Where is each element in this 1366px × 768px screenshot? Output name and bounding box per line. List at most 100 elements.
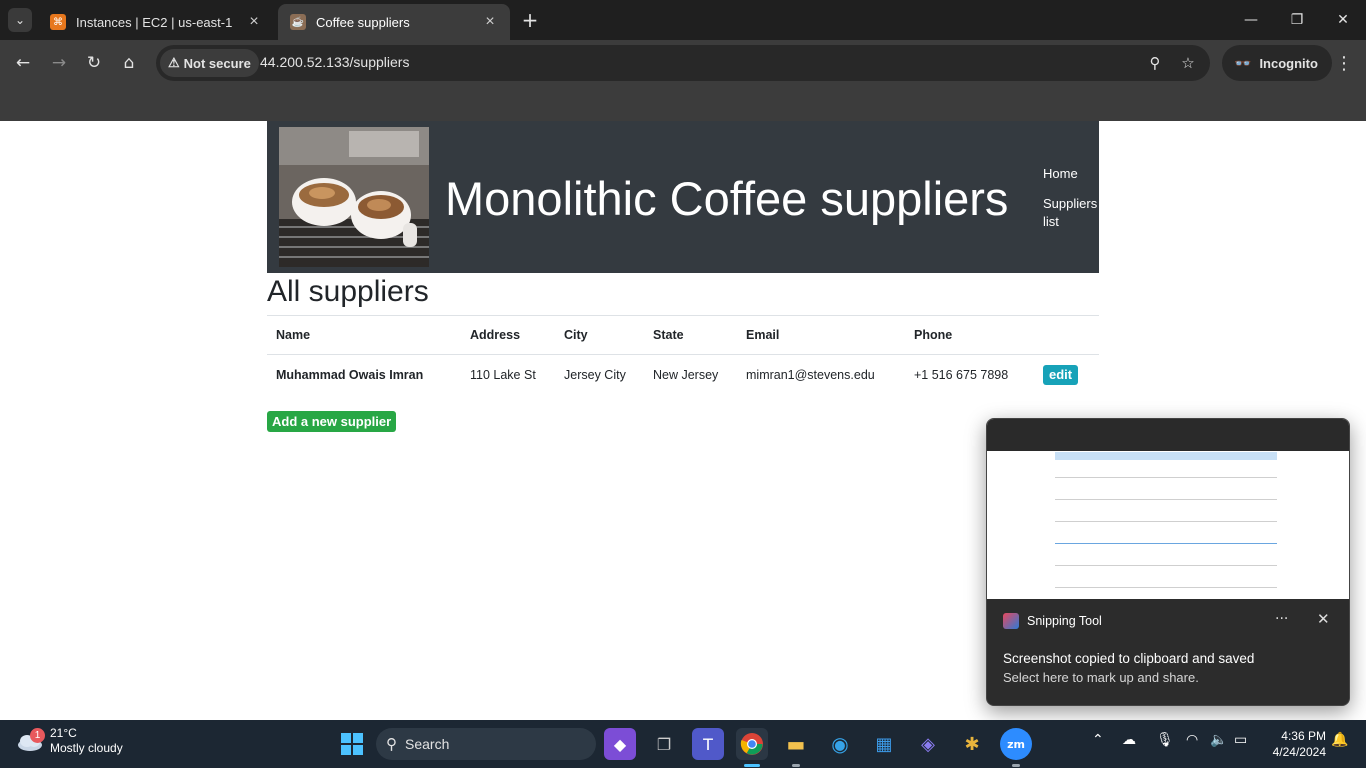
incognito-label: Incognito [1259, 55, 1318, 71]
home-icon[interactable]: ⌂ [114, 48, 144, 78]
weather-description: Mostly cloudy [50, 741, 123, 755]
screenshot-thumbnail[interactable] [987, 419, 1349, 599]
column-header-city: City [555, 315, 644, 355]
back-icon[interactable]: ← [8, 48, 38, 78]
toast-message: Screenshot copied to clipboard and saved [1003, 651, 1255, 666]
close-icon[interactable]: ✕ [1317, 610, 1330, 628]
security-chip-label: Not secure [183, 55, 251, 71]
add-supplier-button[interactable]: Add a new supplier [267, 411, 397, 432]
windows-taskbar: 1 21°C Mostly cloudy ⚲ Search ◆ ❐ T ▬ ◉ … [0, 720, 1366, 768]
clock[interactable]: 4:36 PM 4/24/2024 [1264, 728, 1326, 760]
warning-icon: ⚠ [168, 55, 180, 70]
copilot-icon[interactable]: ◆ [604, 728, 636, 760]
cloud-icon: 1 [16, 728, 45, 752]
taskbar-search[interactable]: ⚲ Search [376, 728, 596, 760]
clock-date: 4/24/2024 [1272, 745, 1326, 759]
page-heading: All suppliers [267, 275, 429, 308]
zoom-app-icon[interactable]: zm [1000, 728, 1032, 760]
forward-icon[interactable]: → [44, 48, 74, 78]
thumbnail-form-field [1055, 521, 1277, 522]
close-tab-icon[interactable]: × [246, 13, 262, 31]
column-header-email: Email [737, 315, 905, 355]
volume-icon[interactable]: 🔈 [1210, 732, 1227, 748]
supplier-name: Muhammad Owais Imran [276, 368, 424, 382]
file-explorer-icon[interactable]: ▬ [780, 728, 812, 760]
chrome-icon[interactable] [736, 728, 768, 760]
thumbnail-form-field [1055, 477, 1277, 478]
coffee-cups-image [279, 127, 429, 267]
thumbnail-form-field [1055, 543, 1277, 544]
tab-search-icon[interactable]: ⌄ [8, 8, 32, 32]
restore-icon[interactable]: ❐ [1274, 0, 1320, 40]
windows-start-icon[interactable] [336, 728, 368, 760]
supplier-state: New Jersey [653, 368, 719, 382]
column-header-state: State [644, 315, 737, 355]
thumbnail-form-field [1055, 587, 1277, 588]
column-header-actions [1034, 315, 1099, 355]
toast-header: Snipping Tool [1003, 613, 1102, 629]
new-tab-icon[interactable]: + [518, 8, 542, 32]
nav-link-home[interactable]: Home [1043, 165, 1103, 183]
column-header-name: Name [267, 315, 461, 355]
url-text[interactable]: 44.200.52.133/suppliers [260, 54, 409, 70]
incognito-chip[interactable]: 👓 Incognito [1222, 45, 1332, 81]
zoom-icon[interactable]: ⚲ [1144, 52, 1166, 74]
supplier-email: mimran1@stevens.edu [746, 368, 875, 382]
suppliers-table: Name Address City State Email Phone Muha… [267, 315, 1099, 395]
incognito-icon: 👓 [1234, 54, 1252, 71]
close-tab-icon[interactable]: × [482, 13, 498, 31]
microphone-icon[interactable]: 🎙 [1156, 732, 1174, 748]
power-automate-icon[interactable]: ◈ [912, 728, 944, 760]
slack-icon[interactable]: ✱ [956, 728, 988, 760]
close-window-icon[interactable]: ✕ [1320, 0, 1366, 40]
tab-title: Coffee suppliers [316, 14, 410, 30]
supplier-actions: edit [1034, 355, 1099, 396]
search-icon: ⚲ [386, 736, 397, 753]
battery-icon[interactable]: ▭ [1234, 732, 1247, 748]
site-header: Monolithic Coffee suppliers Home Supplie… [267, 121, 1099, 273]
tab-coffee-suppliers[interactable]: ☕ Coffee suppliers × [278, 4, 510, 40]
notifications-bell-icon[interactable]: 🔔 [1331, 732, 1348, 748]
column-header-address: Address [461, 315, 555, 355]
toast-subtext: Select here to mark up and share. [1003, 670, 1199, 685]
weather-badge: 1 [30, 728, 45, 743]
thumbnail-form-field [1055, 499, 1277, 500]
running-indicator [792, 764, 800, 767]
edge-icon[interactable]: ◉ [824, 728, 856, 760]
show-hidden-icons-icon[interactable]: ⌃ [1092, 732, 1104, 748]
more-options-icon[interactable]: ··· [1275, 611, 1288, 627]
aws-favicon-icon: ⌘ [50, 14, 66, 30]
address-bar[interactable]: ⚠ Not secure 44.200.52.133/suppliers ⚲ ☆ [156, 45, 1210, 81]
tab-ec2-instances[interactable]: ⌘ Instances | EC2 | us-east-1 × [38, 4, 274, 40]
weather-temp: 21°C [50, 726, 77, 740]
site-nav: Home Suppliers list [1043, 165, 1103, 243]
bookmark-star-icon[interactable]: ☆ [1177, 52, 1199, 74]
minimize-icon[interactable]: — [1228, 0, 1274, 40]
supplier-phone: +1 516 675 7898 [914, 368, 1009, 382]
reload-icon[interactable]: ↻ [79, 48, 109, 78]
nav-link-suppliers-list[interactable]: Suppliers list [1043, 195, 1103, 231]
snipping-tool-notification[interactable]: Snipping Tool ··· ✕ Screenshot copied to… [986, 418, 1350, 706]
thumbnail-form-field [1055, 565, 1277, 566]
toast-app-name: Snipping Tool [1027, 614, 1102, 628]
tab-title: Instances | EC2 | us-east-1 [76, 14, 233, 30]
supplier-address: 110 Lake St [470, 368, 536, 382]
store-icon[interactable]: ▦ [868, 728, 900, 760]
coffee-favicon-icon: ☕ [290, 14, 306, 30]
wifi-icon[interactable]: ◠ [1186, 732, 1198, 748]
snipping-tool-icon [1003, 613, 1019, 629]
edit-button[interactable]: edit [1043, 365, 1079, 385]
table-header-row: Name Address City State Email Phone [267, 315, 1099, 355]
onedrive-icon[interactable]: ☁ [1122, 732, 1136, 748]
task-view-icon[interactable]: ❐ [648, 728, 680, 760]
active-indicator [744, 764, 760, 767]
security-chip[interactable]: ⚠ Not secure [160, 49, 259, 77]
column-header-phone: Phone [905, 315, 1034, 355]
browser-menu-icon[interactable]: ⋮ [1330, 48, 1358, 78]
thumbnail-form-header [1055, 452, 1277, 460]
weather-widget[interactable]: 1 21°C Mostly cloudy [16, 726, 123, 756]
teams-icon[interactable]: T [692, 728, 724, 760]
thumbnail-browser-bar [987, 419, 1349, 451]
running-indicator [1012, 764, 1020, 767]
clock-time: 4:36 PM [1281, 729, 1326, 743]
